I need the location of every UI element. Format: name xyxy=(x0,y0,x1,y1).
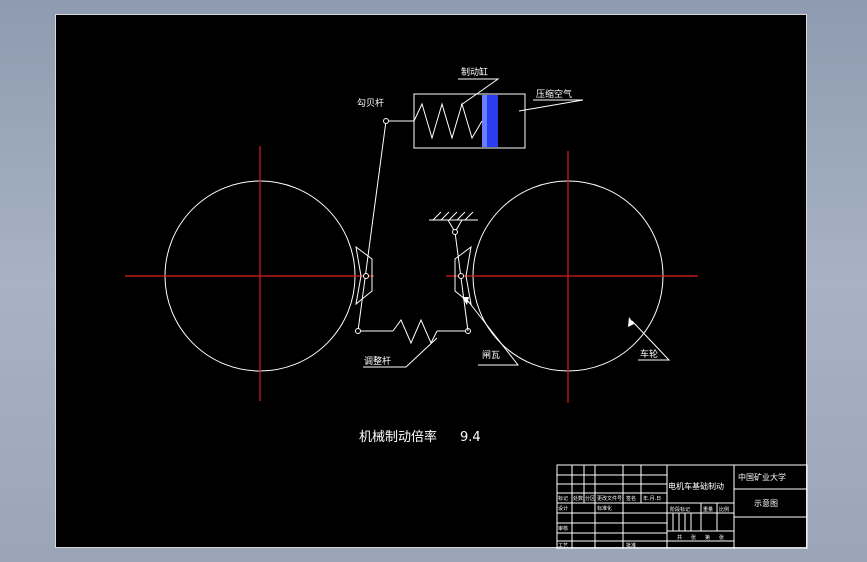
drawing-frame: 制动缸 压缩空气 勾贝杆 调整杆 闸瓦 车轮 机械制动倍率 9.4 电机车基础制… xyxy=(55,14,808,549)
tb-cell: 第 xyxy=(705,534,710,541)
sheet-name: 示意图 xyxy=(754,498,778,508)
mechanism-diagram: 制动缸 压缩空气 勾贝杆 调整杆 闸瓦 车轮 机械制动倍率 9.4 电机车基础制… xyxy=(125,66,808,549)
ratio-caption: 机械制动倍率 xyxy=(359,429,437,445)
drawing-title: 电机车基础制动 xyxy=(668,481,724,491)
tb-cell: 比例 xyxy=(719,506,729,513)
tb-cell: 重量 xyxy=(703,506,713,513)
tb-cell: 签名 xyxy=(626,495,636,502)
tb-cell: 更改文件号 xyxy=(597,495,622,502)
tb-cell: 审核 xyxy=(558,525,568,532)
tb-cell: 标记 xyxy=(558,495,568,502)
tb-cell: 张 xyxy=(719,534,724,541)
tb-cell: 标准化 xyxy=(597,505,612,512)
fixed-support xyxy=(429,211,478,233)
compressed-air-label: 压缩空气 xyxy=(536,88,572,100)
tb-cell: 阶段标记 xyxy=(670,506,690,513)
tb-cell: 年.月.日 xyxy=(643,495,661,502)
brake-shoe-label: 闸瓦 xyxy=(482,350,500,361)
cylinder-spring xyxy=(413,102,483,140)
adjust-rod-label: 调整杆 xyxy=(364,355,391,367)
university-name: 中国矿业大学 xyxy=(738,472,786,482)
ratio-value: 9.4 xyxy=(460,430,481,445)
adjust-rod xyxy=(358,318,468,345)
centerlines xyxy=(125,146,698,403)
lever-rod-label: 勾贝杆 xyxy=(357,97,384,109)
brake-cylinder-label: 制动缸 xyxy=(461,66,488,78)
tb-cell: 工艺 xyxy=(558,543,568,549)
tb-cell: 批准 xyxy=(626,542,636,549)
tb-cell: 张 xyxy=(691,534,696,541)
tb-cell: 分区 xyxy=(585,495,595,502)
wheel-label: 车轮 xyxy=(640,348,658,360)
right-lever xyxy=(454,231,469,332)
tb-cell: 共 xyxy=(677,534,682,541)
tb-cell: 处数 xyxy=(573,495,583,502)
tb-cell: 设计 xyxy=(558,505,568,512)
leader-lines xyxy=(363,78,671,368)
brake-cylinder xyxy=(413,93,526,149)
